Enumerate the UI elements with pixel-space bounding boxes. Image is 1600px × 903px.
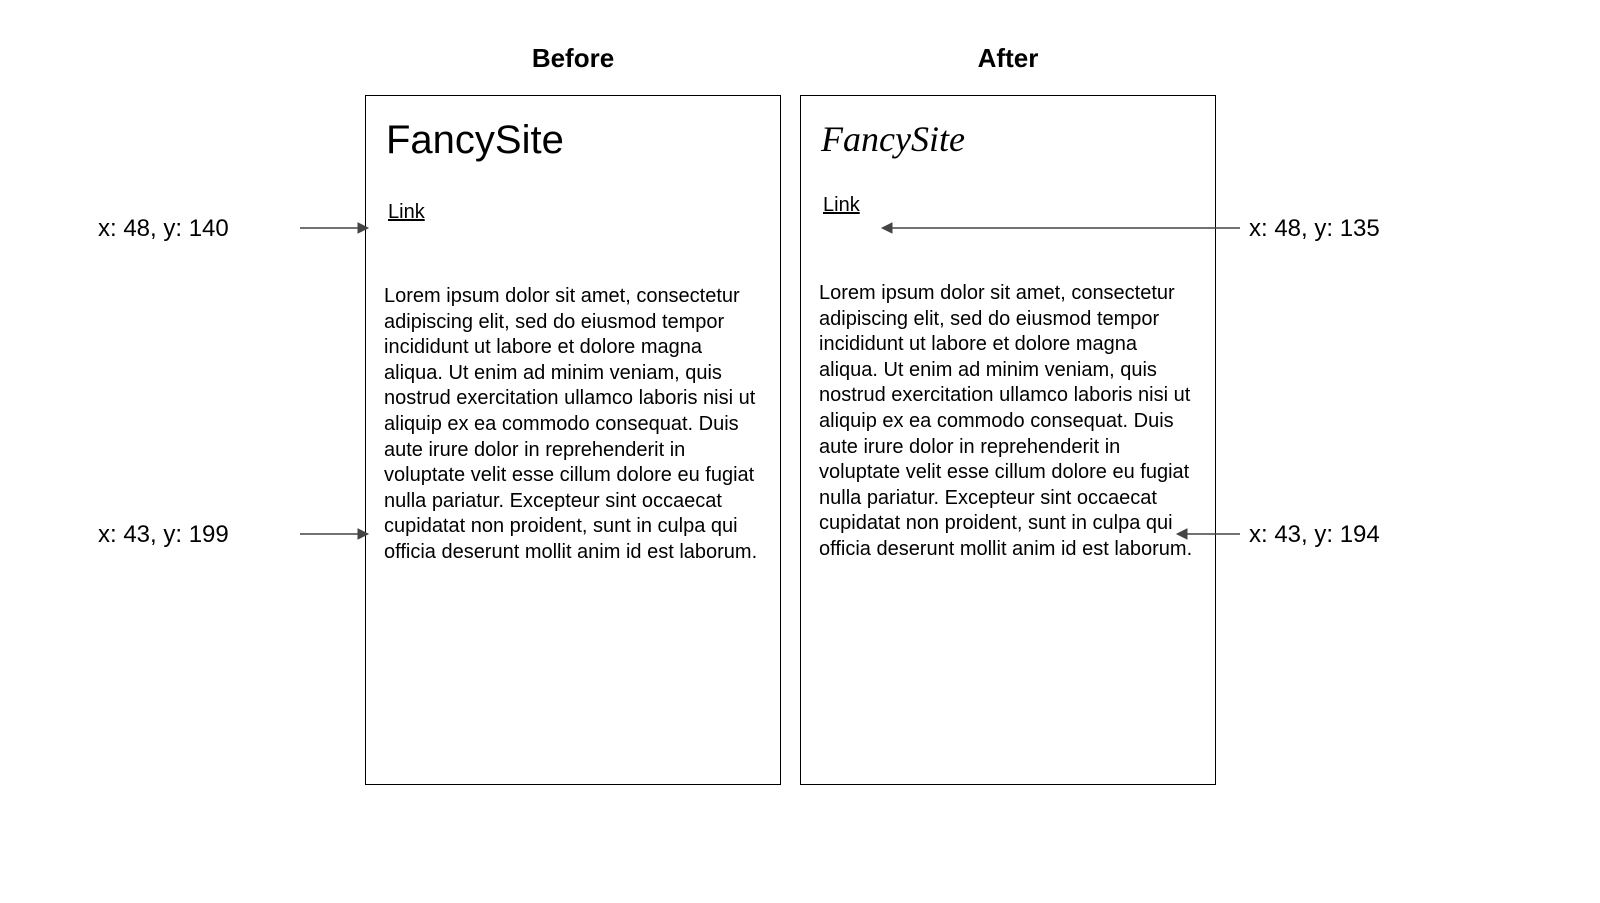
coord-label-before-body: x: 43, y: 199 <box>98 521 229 549</box>
arrow-right-body-icon <box>1175 524 1240 544</box>
body-text-before: Lorem ipsum dolor sit amet, consectetur … <box>384 284 762 566</box>
site-title-before: FancySite <box>386 118 780 163</box>
arrow-right-link-icon <box>880 218 1240 238</box>
coord-label-after-link: x: 48, y: 135 <box>1249 215 1380 243</box>
body-text-after: Lorem ipsum dolor sit amet, consectetur … <box>819 281 1197 563</box>
panel-before: FancySite Link Lorem ipsum dolor sit ame… <box>365 95 781 785</box>
column-header-before: Before <box>365 43 781 74</box>
arrow-left-link-icon <box>300 218 370 238</box>
panel-link-before[interactable]: Link <box>388 201 425 224</box>
panel-after: FancySite Link Lorem ipsum dolor sit ame… <box>800 95 1216 785</box>
site-title-after: FancySite <box>821 118 1215 160</box>
panel-link-after[interactable]: Link <box>823 194 860 217</box>
arrow-left-body-icon <box>300 524 370 544</box>
column-header-after: After <box>800 43 1216 74</box>
coord-label-before-link: x: 48, y: 140 <box>98 215 229 243</box>
coord-label-after-body: x: 43, y: 194 <box>1249 521 1380 549</box>
